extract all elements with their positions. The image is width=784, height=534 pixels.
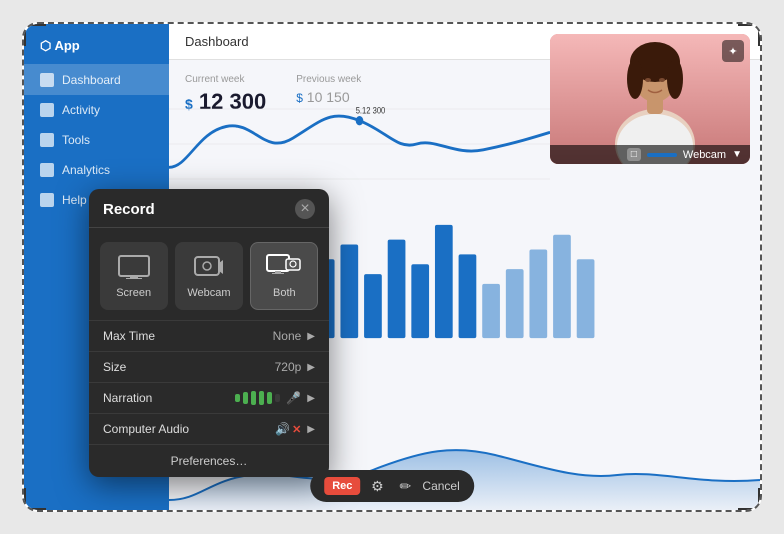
source-buttons: Screen Webcam: [89, 228, 329, 320]
size-right: 720p ▶: [275, 360, 315, 374]
corner-bracket-tl: [22, 22, 46, 46]
speaker-muted-indicator: 🔊 ✕: [275, 422, 301, 436]
settings-row-computer-audio[interactable]: Computer Audio 🔊 ✕ ▶: [89, 413, 329, 444]
svg-text:5.12 300: 5.12 300: [356, 105, 386, 116]
settings-toolbar-button[interactable]: ⚙: [366, 475, 388, 497]
narration-bar-3: [251, 391, 256, 405]
source-both-label: Both: [273, 287, 296, 299]
source-both-button[interactable]: Both: [250, 242, 318, 310]
record-panel-header: Record ×: [89, 189, 329, 228]
edit-toolbar-button[interactable]: ✏: [394, 475, 416, 497]
sidebar-item-analytics[interactable]: Analytics: [24, 155, 169, 185]
record-panel: Record × Screen: [89, 189, 329, 477]
narration-bar-6: [275, 394, 280, 402]
narration-bar-1: [235, 394, 240, 402]
narration-right: 🎤 ▶: [235, 391, 315, 405]
rec-button[interactable]: Rec: [324, 477, 360, 495]
maxtime-label: Max Time: [103, 329, 155, 343]
tools-icon: [40, 133, 54, 147]
computer-audio-right: 🔊 ✕ ▶: [275, 422, 315, 436]
maxtime-chevron-icon: ▶: [307, 331, 315, 342]
source-screen-label: Screen: [116, 287, 151, 299]
mute-icon: ✕: [292, 423, 301, 436]
preferences-button[interactable]: Preferences…: [89, 444, 329, 477]
size-chevron-icon: ▶: [307, 362, 315, 373]
settings-row-maxtime[interactable]: Max Time None ▶: [89, 320, 329, 351]
webcam-label: Webcam: [683, 149, 726, 161]
sidebar-label-activity: Activity: [62, 103, 100, 117]
record-close-button[interactable]: ×: [295, 199, 315, 219]
speaker-icon: 🔊: [275, 422, 290, 436]
settings-row-narration[interactable]: Narration 🎤 ▶: [89, 382, 329, 413]
sidebar-label-analytics: Analytics: [62, 163, 110, 177]
settings-row-size[interactable]: Size 720p ▶: [89, 351, 329, 382]
webcam-label-bar: □ Webcam ▼: [550, 145, 750, 164]
audio-chevron-icon: ▶: [307, 424, 315, 435]
maxtime-right: None ▶: [273, 329, 315, 343]
sidebar-item-tools[interactable]: Tools: [24, 125, 169, 155]
narration-bar-4: [259, 391, 264, 405]
corner-bracket-br: [738, 488, 762, 512]
corner-bracket-bl: [22, 488, 46, 512]
topbar-title: Dashboard: [185, 34, 249, 49]
source-webcam-button[interactable]: Webcam: [175, 242, 243, 310]
screen-icon: [116, 253, 152, 281]
source-webcam-label: Webcam: [187, 287, 230, 299]
sidebar-label-dashboard: Dashboard: [62, 73, 121, 87]
sidebar-item-activity[interactable]: Activity: [24, 95, 169, 125]
mic-icon[interactable]: 🎤: [286, 391, 301, 405]
narration-bar-5: [267, 392, 272, 404]
sidebar-label-tools: Tools: [62, 133, 90, 147]
analytics-icon: [40, 163, 54, 177]
narration-chevron-icon: ▶: [307, 393, 315, 404]
computer-audio-label: Computer Audio: [103, 422, 189, 436]
size-label: Size: [103, 360, 126, 374]
sidebar-label-help: Help: [62, 193, 87, 207]
bottom-toolbar: Rec ⚙ ✏ Cancel: [310, 470, 474, 502]
narration-level-indicator: [235, 391, 280, 405]
size-value: 720p: [275, 360, 302, 374]
dashboard-icon: [40, 73, 54, 87]
record-panel-title: Record: [103, 201, 155, 218]
narration-bar-2: [243, 392, 248, 404]
both-source-icon: [266, 253, 302, 281]
help-icon: [40, 193, 54, 207]
maxtime-value: None: [273, 329, 302, 343]
webcam-slider[interactable]: [647, 153, 677, 157]
narration-label: Narration: [103, 391, 152, 405]
sidebar-item-dashboard[interactable]: Dashboard: [24, 65, 169, 95]
webcam-size-button[interactable]: □: [627, 148, 641, 161]
activity-icon: [40, 103, 54, 117]
corner-bracket-tr: [738, 22, 762, 46]
cancel-button[interactable]: Cancel: [422, 479, 459, 493]
webcam-preview: ✦ □ Webcam ▼: [550, 34, 750, 164]
source-screen-button[interactable]: Screen: [100, 242, 168, 310]
main-frame: ⬡ App Dashboard Activity Tools Analytics…: [22, 22, 762, 512]
webcam-source-icon: [191, 253, 227, 281]
webcam-dropdown-icon[interactable]: ▼: [732, 149, 742, 160]
